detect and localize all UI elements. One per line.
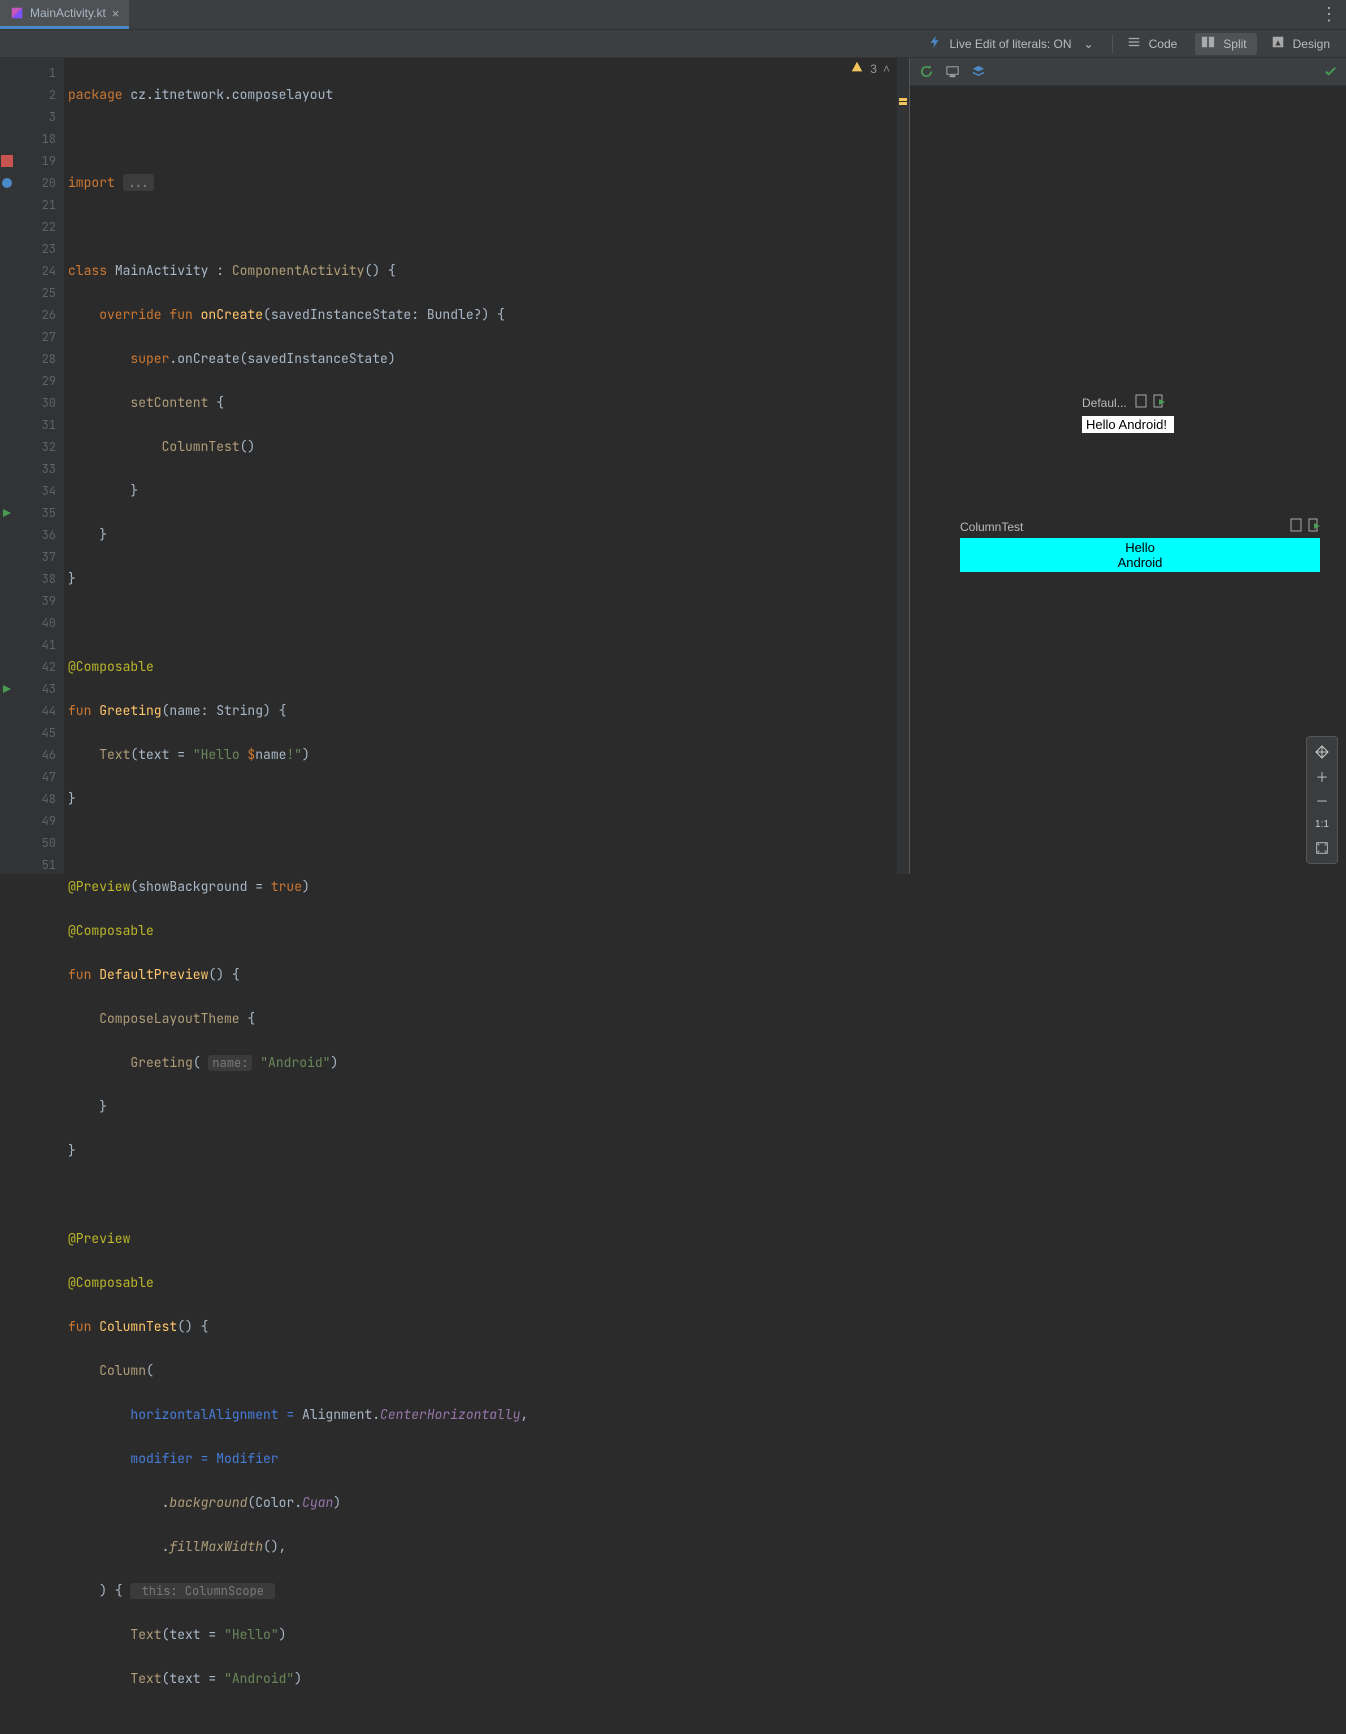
- override-gutter-icon[interactable]: [0, 172, 14, 194]
- preview-canvas[interactable]: Defaul... Hello Android! ColumnTest Hell…: [910, 86, 1346, 874]
- zoom-out-button[interactable]: －: [1311, 789, 1333, 811]
- class-gutter-icon[interactable]: [0, 150, 14, 172]
- check-ok-icon: [1322, 64, 1338, 80]
- chevron-up-icon[interactable]: ˄: [883, 62, 890, 76]
- file-tab[interactable]: MainActivity.kt ×: [0, 0, 129, 29]
- inspection-widget[interactable]: 3 ˄ ˅: [850, 60, 903, 77]
- lightning-icon: [928, 35, 942, 52]
- zoom-controls: ＋ － 1:1: [1306, 736, 1338, 864]
- view-split-button[interactable]: Split: [1195, 33, 1256, 55]
- interactive-icon[interactable]: [944, 64, 960, 80]
- close-icon[interactable]: ×: [112, 6, 120, 21]
- run-preview-gutter-icon[interactable]: [0, 502, 14, 524]
- code-editor[interactable]: 1231819202122232425262728293031323334353…: [0, 58, 910, 874]
- device-icon[interactable]: [1290, 518, 1302, 535]
- live-edit-toggle[interactable]: Live Edit of literals: ON ⌄: [922, 33, 1104, 55]
- code-icon: [1127, 35, 1141, 52]
- preview-label-default[interactable]: Defaul...: [1082, 394, 1165, 411]
- pan-icon[interactable]: [1311, 741, 1333, 763]
- line-number-gutter: 1231819202122232425262728293031323334353…: [14, 58, 64, 874]
- chevron-down-icon: ⌄: [1080, 35, 1098, 53]
- kebab-menu-icon[interactable]: ⋮: [1312, 0, 1346, 29]
- view-design-button[interactable]: Design: [1265, 33, 1340, 55]
- run-preview-gutter-icon[interactable]: [0, 678, 14, 700]
- editor-toolbar: Live Edit of literals: ON ⌄ Code Split D…: [0, 30, 1346, 58]
- view-code-button[interactable]: Code: [1121, 33, 1188, 55]
- param-hint: name:: [208, 1055, 252, 1071]
- split-icon: [1201, 35, 1215, 52]
- preview-toolbar: [910, 58, 1346, 86]
- warning-icon: [850, 60, 864, 77]
- import-fold[interactable]: ...: [123, 174, 154, 191]
- code-content[interactable]: package cz.itnetwork.composelayout impor…: [64, 58, 909, 874]
- preview-columntest-render: Hello Android: [960, 538, 1320, 572]
- run-device-icon[interactable]: [1308, 518, 1320, 535]
- error-stripe[interactable]: [897, 58, 909, 874]
- device-icon[interactable]: [1135, 394, 1147, 411]
- receiver-hint: this: ColumnScope: [130, 1583, 275, 1599]
- preview-default-render: Hello Android!: [1082, 416, 1174, 433]
- gutter-icon-strip: [0, 58, 14, 874]
- preview-label-columntest[interactable]: ColumnTest: [960, 518, 1320, 535]
- refresh-icon[interactable]: [918, 64, 934, 80]
- zoom-fit-button[interactable]: [1311, 837, 1333, 859]
- run-device-icon[interactable]: [1153, 394, 1165, 411]
- compose-preview-pane: Defaul... Hello Android! ColumnTest Hell…: [910, 58, 1346, 874]
- kotlin-file-icon: [10, 6, 24, 20]
- tab-label: MainActivity.kt: [30, 6, 106, 20]
- zoom-in-button[interactable]: ＋: [1311, 765, 1333, 787]
- tab-bar: MainActivity.kt × ⋮: [0, 0, 1346, 30]
- zoom-reset-button[interactable]: 1:1: [1311, 813, 1333, 835]
- layers-icon[interactable]: [970, 64, 986, 80]
- design-icon: [1271, 35, 1285, 52]
